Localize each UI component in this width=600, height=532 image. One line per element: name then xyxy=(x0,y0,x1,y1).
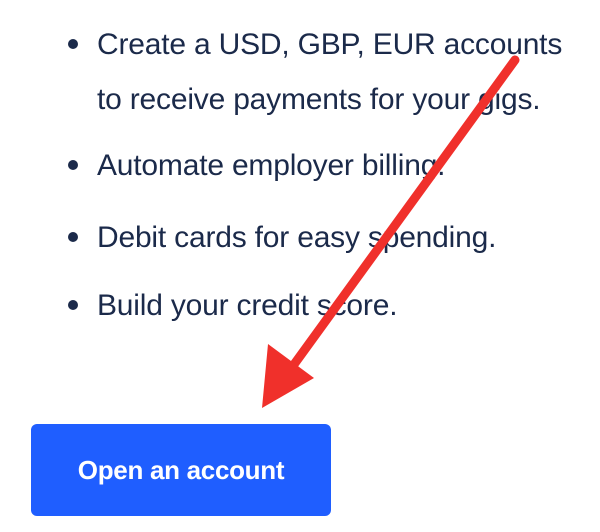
bullet-icon xyxy=(68,39,78,49)
bullet-icon xyxy=(68,300,78,310)
bullet-icon xyxy=(68,232,78,242)
feature-text: Create a USD, GBP, EUR accounts to recei… xyxy=(97,28,563,116)
arrow-head xyxy=(262,344,314,408)
bullet-icon xyxy=(68,160,78,170)
feature-text: Automate employer billing. xyxy=(97,149,446,182)
feature-text: Build your credit score. xyxy=(97,289,398,322)
feature-text: Debit cards for easy spending. xyxy=(97,221,497,254)
open-account-button[interactable]: Open an account xyxy=(31,424,331,516)
